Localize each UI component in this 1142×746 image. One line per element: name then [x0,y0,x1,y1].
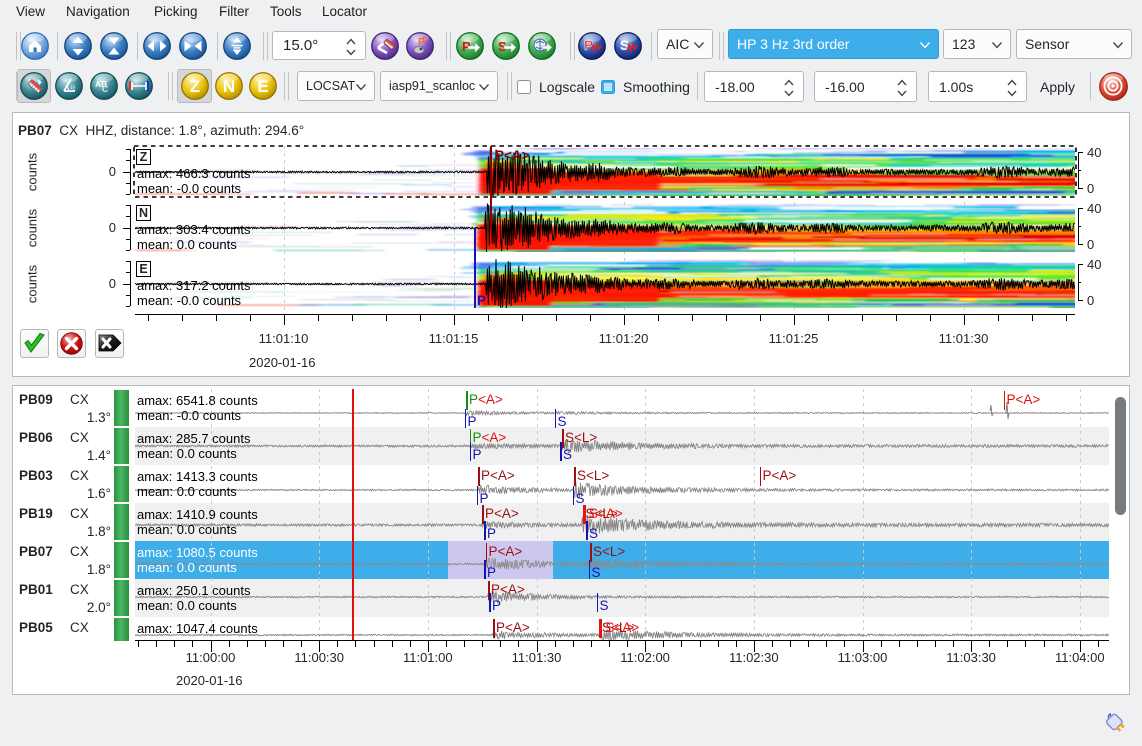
svg-text:P: P [422,36,428,45]
svg-text:S: S [620,38,629,53]
svg-text:E: E [257,77,268,96]
svg-text:Z: Z [190,77,200,96]
svg-text:P: P [584,38,593,53]
svg-text:N: N [223,77,235,96]
svg-text:C: C [102,84,108,94]
svg-text:45: 45 [70,86,76,92]
